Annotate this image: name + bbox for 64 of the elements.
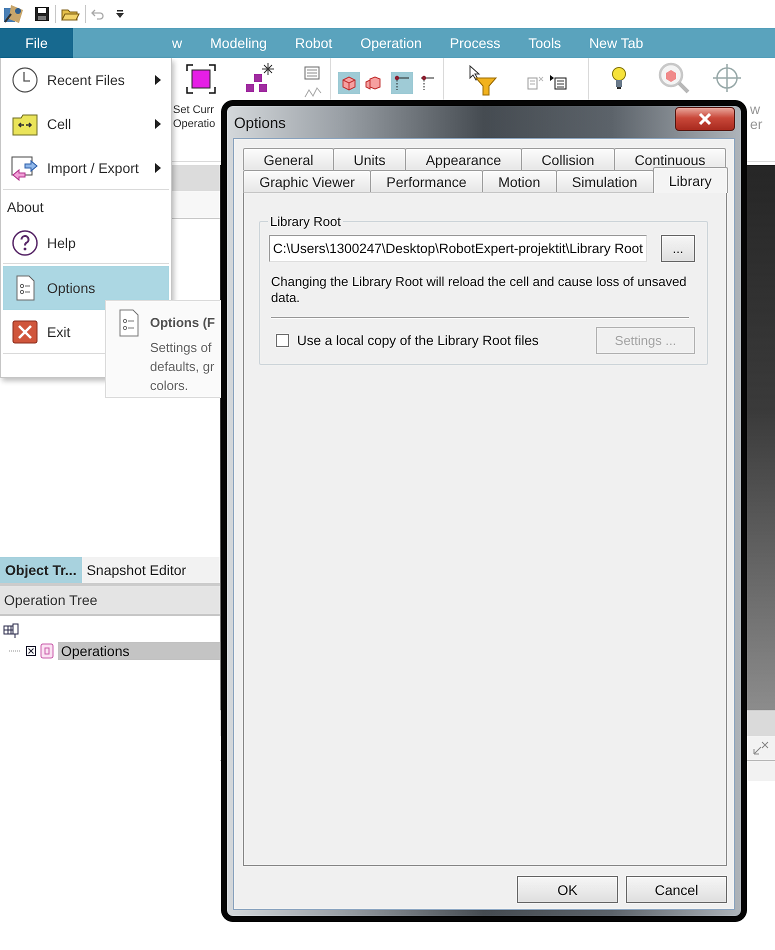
dropdown-icon[interactable] <box>115 9 125 19</box>
save-icon[interactable] <box>34 6 50 22</box>
submenu-arrow-icon <box>155 75 161 85</box>
checkbox-label[interactable]: Use a local copy of the Library Root files <box>297 333 539 348</box>
document-list-icon[interactable] <box>304 66 320 80</box>
cubes-icon <box>365 74 383 92</box>
dialog-tab[interactable]: Collision <box>520 148 615 170</box>
expand-box-icon[interactable] <box>26 646 36 656</box>
menu-item[interactable]: Import / Export <box>3 146 169 190</box>
dialog-tab[interactable]: Units <box>333 148 406 170</box>
dialog-tab[interactable]: Motion <box>482 170 557 192</box>
dialog-tab[interactable]: Library <box>652 167 728 193</box>
group-title: Library Root <box>269 214 342 229</box>
import-export-icon <box>11 154 39 182</box>
lightbulb-icon[interactable] <box>611 66 627 90</box>
tree-item[interactable]: Operations <box>58 642 220 660</box>
dialog-tab[interactable]: Performance <box>370 170 483 192</box>
ribbon-toggle[interactable] <box>391 72 413 94</box>
line-point-icon <box>418 74 436 92</box>
panel-tab[interactable]: Snapshot Editor <box>82 557 192 583</box>
close-icon <box>697 112 713 126</box>
dialog-tab[interactable]: Graphic Viewer <box>243 170 372 192</box>
ribbon-label: Operatio <box>173 117 216 131</box>
line-point-icon <box>393 74 411 92</box>
ribbon-label: Set Curr <box>173 103 215 117</box>
dialog-tab[interactable]: General <box>243 148 334 170</box>
ribbon-toggle[interactable] <box>338 72 360 94</box>
options-icon <box>118 309 140 337</box>
warning-text: Changing the Library Root will reload the cell and cause loss of unsaved data. <box>271 274 688 306</box>
dialog-button[interactable]: OK <box>517 876 618 903</box>
dialog-button[interactable]: Cancel <box>626 876 727 903</box>
menu-item[interactable]: Cell <box>3 102 169 146</box>
framed-square-icon[interactable] <box>185 63 217 95</box>
app-icon[interactable] <box>2 2 26 26</box>
ribbon-label: w <box>750 102 762 117</box>
submenu-arrow-icon <box>155 162 161 172</box>
tooltip-text: colors. <box>150 377 190 395</box>
dialog-title: Options <box>233 114 286 132</box>
menu-item[interactable]: Help <box>3 222 169 264</box>
close-button[interactable] <box>675 107 735 131</box>
submenu-arrow-icon <box>155 119 161 129</box>
funnel-cursor-icon[interactable] <box>468 64 498 96</box>
dialog-tab[interactable]: Simulation <box>556 170 654 192</box>
cube-icon <box>340 74 358 92</box>
browse-button[interactable]: ... <box>661 235 695 262</box>
tree-root-icon[interactable] <box>3 623 19 639</box>
panel-header: Operation Tree <box>0 586 220 616</box>
ribbon-tab[interactable]: File <box>0 28 73 58</box>
checkbox[interactable] <box>276 334 289 347</box>
clock-icon <box>11 66 39 94</box>
path-field[interactable]: C:\Users\1300247\Desktop\RobotExpert-projektit\Library Root <box>269 235 647 262</box>
shrink-arrows-icon[interactable] <box>752 740 770 756</box>
menu-item[interactable]: Recent Files <box>3 58 169 102</box>
dialog-tab[interactable]: Appearance <box>405 148 522 170</box>
menu-item[interactable]: Options <box>3 266 169 310</box>
panel-tab[interactable]: Object Tr... <box>0 557 82 583</box>
exit-icon <box>11 318 39 346</box>
dialog-tab[interactable]: Continuous <box>614 148 726 170</box>
help-icon <box>11 228 39 256</box>
operation-icon <box>40 643 54 659</box>
copy-documents-icon[interactable] <box>526 74 568 90</box>
ribbon-label: er <box>750 117 762 132</box>
menu-item[interactable]: About <box>3 192 169 222</box>
tooltip-text: defaults, gr <box>150 358 215 376</box>
